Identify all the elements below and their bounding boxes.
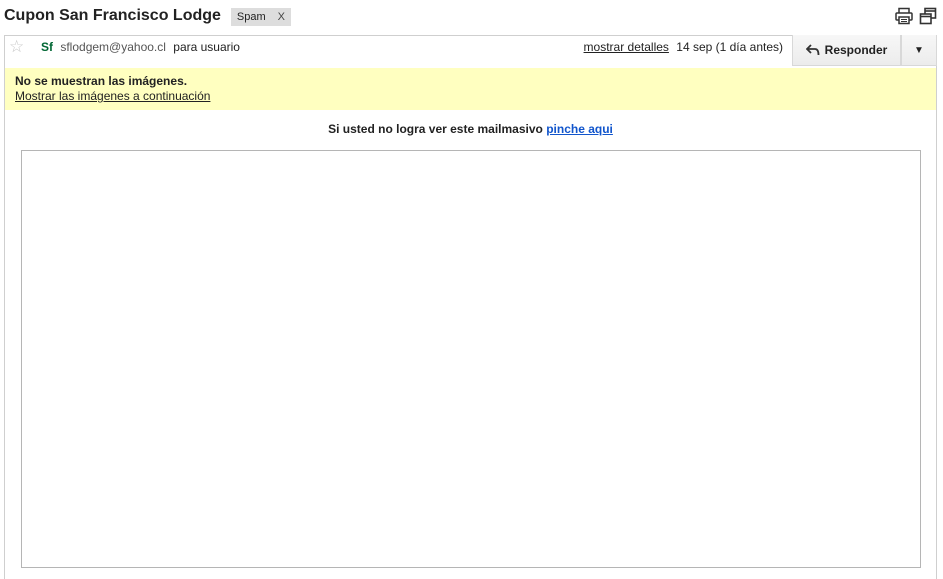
- remove-label-button[interactable]: X: [278, 11, 285, 23]
- spam-label-text[interactable]: Spam: [237, 11, 266, 23]
- message-date: 14 sep (1 día antes): [676, 40, 783, 54]
- reply-button[interactable]: Responder: [792, 35, 901, 66]
- new-window-icon[interactable]: [919, 7, 937, 25]
- gmail-message-view: Cupon San Francisco Lodge Spam X ☆ Sf sf…: [0, 0, 943, 579]
- sender-line: Sf sflodgem@yahoo.cl para usuario: [41, 40, 240, 54]
- dropdown-arrow-icon: ▼: [914, 44, 924, 56]
- email-subject: Cupon San Francisco Lodge: [4, 7, 221, 24]
- recipient-text: para usuario: [173, 40, 240, 54]
- images-hidden-title: No se muestran las imágenes.: [15, 74, 188, 88]
- view-online-link[interactable]: pinche aqui: [546, 122, 613, 136]
- images-hidden-notice: No se muestran las imágenes. Mostrar las…: [5, 68, 936, 110]
- message-header: ☆ Sf sflodgem@yahoo.cl para usuario most…: [5, 35, 937, 68]
- message-meta: mostrar detalles 14 sep (1 día antes): [584, 40, 783, 54]
- reply-label: Responder: [824, 43, 888, 57]
- print-icon[interactable]: [895, 7, 913, 25]
- intro-text: Si usted no logra ver este mailmasivo: [328, 122, 543, 136]
- reply-arrow-icon: [805, 44, 820, 56]
- show-images-link[interactable]: Mostrar las imágenes a continuación: [15, 88, 210, 104]
- message-body-intro: Si usted no logra ver este mailmasivo pi…: [5, 122, 936, 136]
- sender-name[interactable]: Sf: [41, 40, 53, 54]
- more-options-button[interactable]: ▼: [901, 35, 937, 66]
- sender-email[interactable]: sflodgem@yahoo.cl: [60, 40, 166, 54]
- blocked-image-placeholder: [21, 150, 921, 568]
- top-icons: [889, 7, 937, 25]
- message-card: ☆ Sf sflodgem@yahoo.cl para usuario most…: [4, 35, 937, 579]
- spam-label-chip[interactable]: Spam X: [230, 8, 291, 26]
- subject-row: Cupon San Francisco Lodge Spam X: [4, 4, 291, 28]
- star-icon[interactable]: ☆: [9, 37, 24, 57]
- show-details-link[interactable]: mostrar detalles: [584, 40, 669, 54]
